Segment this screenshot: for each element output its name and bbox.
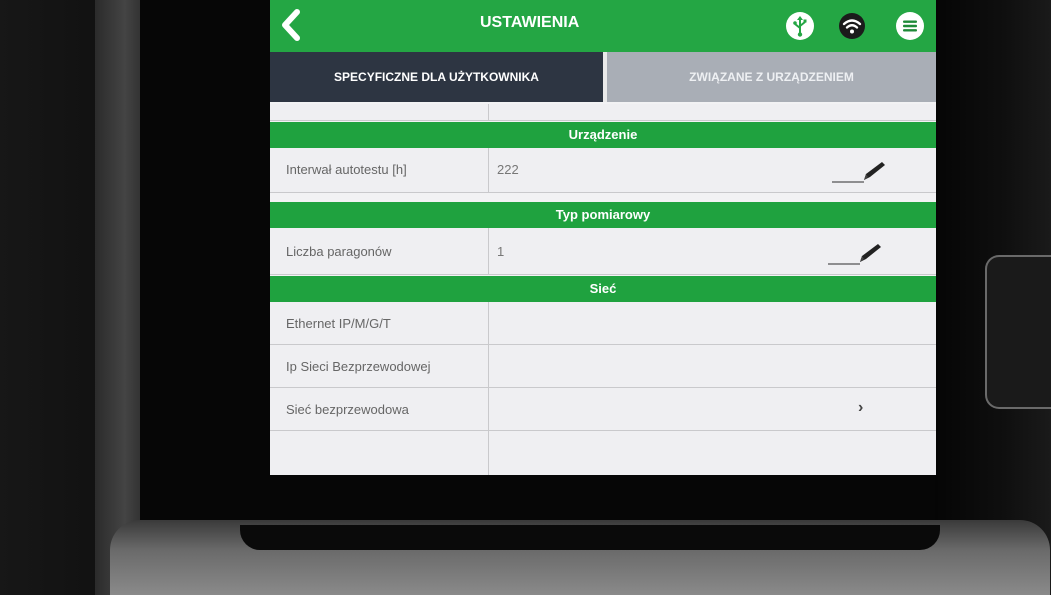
wifi-icon — [838, 12, 866, 40]
device-bezel-bottom — [240, 525, 940, 550]
setting-label: Ip Sieci Bezprzewodowej — [286, 359, 431, 374]
edit-pencil-icon[interactable] — [830, 156, 886, 186]
setting-row-wireless-network[interactable]: Sieć bezprzewodowa › — [270, 388, 936, 431]
setting-value: 222 — [497, 162, 519, 177]
settings-list: Urządzenie Interwał autotestu [h] 222 Ty… — [270, 104, 936, 475]
section-header-device: Urządzenie — [270, 122, 936, 148]
setting-label: Interwał autotestu [h] — [286, 162, 407, 177]
setting-label: Liczba paragonów — [286, 244, 392, 259]
setting-label: Ethernet IP/M/G/T — [286, 316, 391, 331]
setting-label: Sieć bezprzewodowa — [286, 402, 409, 417]
column-divider — [488, 228, 489, 274]
usb-icon — [786, 12, 814, 40]
tab-device-related[interactable]: ZWIĄZANE Z URZĄDZENIEM — [607, 52, 936, 102]
column-divider — [488, 148, 489, 192]
column-divider — [488, 345, 489, 387]
edit-pencil-icon[interactable] — [826, 238, 882, 268]
setting-row-wireless-ip[interactable]: Ip Sieci Bezprzewodowej — [270, 345, 936, 388]
setting-value: 1 — [497, 244, 505, 259]
tab-user-specific[interactable]: SPECYFICZNE DLA UŻYTKOWNIKA — [270, 52, 603, 102]
column-divider — [488, 104, 489, 120]
top-bar: USTAWIENIA — [270, 0, 936, 52]
tab-device-related-label: ZWIĄZANE Z URZĄDZENIEM — [689, 70, 854, 84]
tab-bar: SPECYFICZNE DLA UŻYTKOWNIKA ZWIĄZANE Z U… — [270, 52, 936, 104]
device-screen: USTAWIENIA SPECYFICZNE DLA UŻYTKOWNIKA Z… — [270, 0, 936, 475]
column-divider — [488, 302, 489, 344]
list-item-empty — [270, 431, 936, 475]
section-header-network: Sieć — [270, 276, 936, 302]
menu-icon[interactable] — [896, 12, 924, 40]
setting-row-selftest-interval[interactable]: Interwał autotestu [h] 222 — [270, 148, 936, 193]
page-title: USTAWIENIA — [480, 14, 580, 31]
section-header-measure-type: Typ pomiarowy — [270, 202, 936, 228]
back-arrow-icon[interactable] — [278, 8, 304, 42]
column-divider — [488, 388, 489, 430]
list-item-partial — [270, 104, 936, 121]
chevron-right-icon[interactable]: › — [858, 399, 863, 417]
tab-user-specific-label: SPECYFICZNE DLA UŻYTKOWNIKA — [334, 70, 539, 84]
device-side-bracket — [985, 255, 1051, 409]
setting-row-receipt-count[interactable]: Liczba paragonów 1 — [270, 228, 936, 275]
column-divider — [488, 431, 489, 475]
setting-row-ethernet-ip[interactable]: Ethernet IP/M/G/T — [270, 302, 936, 345]
